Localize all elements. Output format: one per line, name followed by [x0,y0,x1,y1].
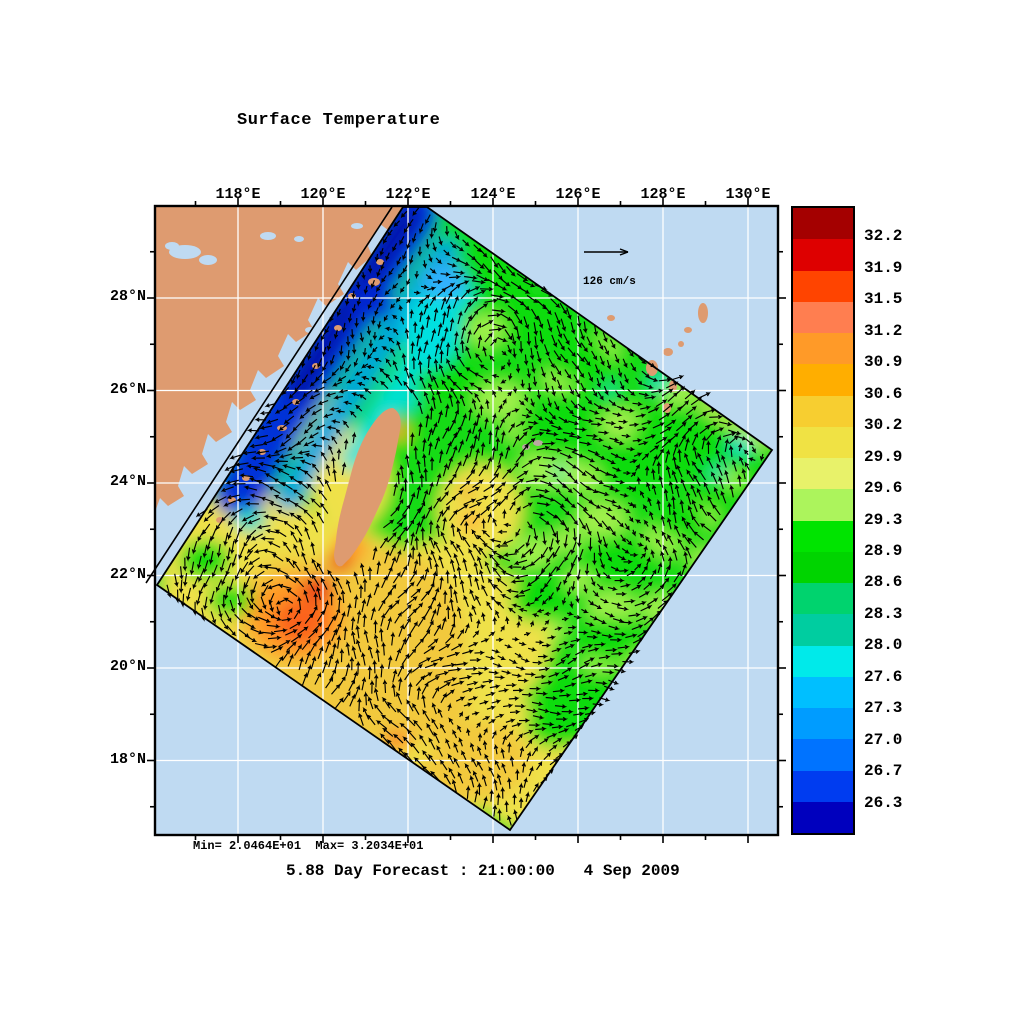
colorbar-block [793,333,853,364]
lon-axis-label: 128°E [623,186,703,203]
colorbar-block [793,614,853,645]
lat-axis-label: 20°N [86,658,146,675]
colorbar-label: 29.9 [864,448,902,466]
colorbar-label: 27.6 [864,668,902,686]
colorbar-block [793,458,853,489]
colorbar-label: 28.9 [864,542,902,560]
figure: Surface Temperature [0,0,1024,1024]
colorbar-label: 30.2 [864,416,902,434]
colorbar-block [793,521,853,552]
colorbar-block [793,677,853,708]
colorbar-label: 27.3 [864,699,902,717]
lat-axis-label: 26°N [86,381,146,398]
forecast-text: 5.88 Day Forecast : 21:00:00 4 Sep 2009 [286,862,680,880]
colorbar-block [793,583,853,614]
colorbar-label: 26.7 [864,762,902,780]
reference-vector-label: 126 cm/s [583,276,636,288]
colorbar-label: 28.0 [864,636,902,654]
colorbar-label: 29.6 [864,479,902,497]
colorbar-label: 30.6 [864,385,902,403]
lon-axis-label: 120°E [283,186,363,203]
colorbar-label: 28.3 [864,605,902,623]
colorbar-block [793,302,853,333]
colorbar-label: 31.5 [864,290,902,308]
lat-axis-label: 24°N [86,473,146,490]
colorbar-label: 26.3 [864,794,902,812]
colorbar-block [793,552,853,583]
colorbar-block [793,239,853,270]
colorbar-label: 29.3 [864,511,902,529]
colorbar-block [793,802,853,833]
lat-axis-label: 28°N [86,288,146,305]
lon-axis-label: 130°E [708,186,788,203]
lon-axis-label: 124°E [453,186,533,203]
lon-axis-label: 118°E [198,186,278,203]
colorbar [791,206,855,835]
colorbar-block [793,396,853,427]
lon-axis-label: 122°E [368,186,448,203]
colorbar-label: 30.9 [864,353,902,371]
colorbar-label: 28.6 [864,573,902,591]
colorbar-block [793,708,853,739]
lon-axis-label: 126°E [538,186,618,203]
colorbar-label: 31.9 [864,259,902,277]
colorbar-block [793,208,853,239]
colorbar-block [793,364,853,395]
colorbar-block [793,489,853,520]
colorbar-block [793,646,853,677]
colorbar-block [793,427,853,458]
lat-axis-label: 18°N [86,751,146,768]
colorbar-label: 27.0 [864,731,902,749]
colorbar-block [793,739,853,770]
colorbar-block [793,271,853,302]
stats-text: Min= 2.0464E+01 Max= 3.2034E+01 [193,839,423,853]
lat-axis-label: 22°N [86,566,146,583]
colorbar-label: 32.2 [864,227,902,245]
colorbar-label: 31.2 [864,322,902,340]
colorbar-block [793,771,853,802]
